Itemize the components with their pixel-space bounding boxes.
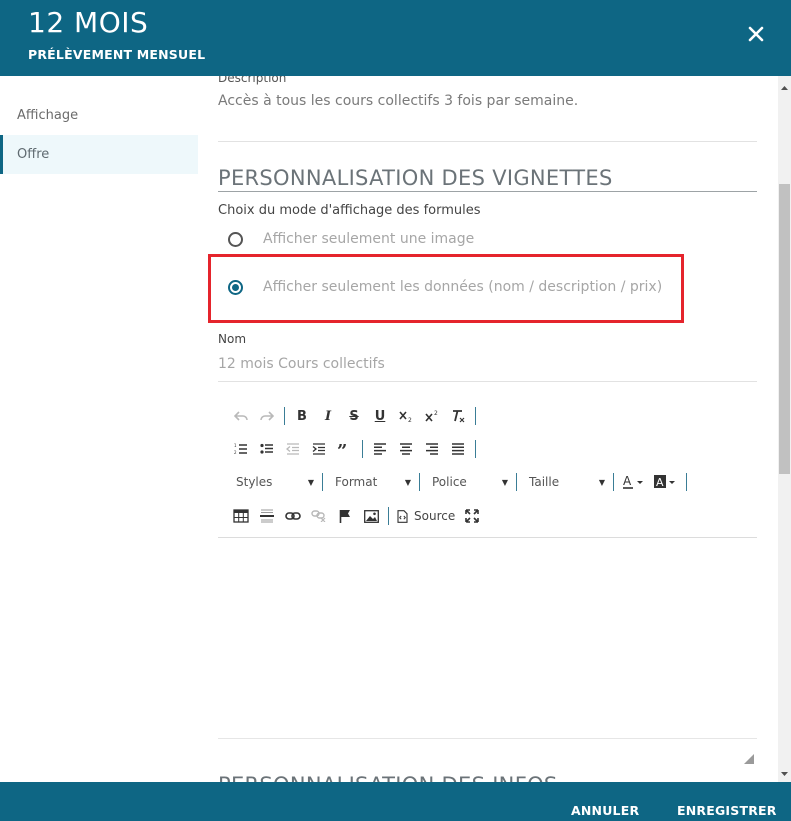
- redo-icon[interactable]: [254, 405, 280, 427]
- nom-field[interactable]: 12 mois Cours collectifs: [218, 356, 385, 372]
- section-underline: [218, 191, 757, 192]
- blockquote-icon[interactable]: ”: [332, 438, 358, 460]
- horizontal-line-icon[interactable]: [254, 505, 280, 527]
- radio-option-label: Afficher seulement une image: [263, 231, 475, 247]
- toolbar-separator: [475, 440, 476, 458]
- anchor-flag-icon[interactable]: [332, 505, 358, 527]
- indent-icon[interactable]: [306, 438, 332, 460]
- toolbar-separator: [362, 440, 363, 458]
- source-label: Source: [414, 509, 456, 523]
- toolbar-separator: [686, 473, 687, 491]
- editor-bottom-border: [218, 738, 757, 739]
- align-right-icon[interactable]: [419, 438, 445, 460]
- outdent-icon[interactable]: [280, 438, 306, 460]
- svg-text:A: A: [656, 476, 664, 489]
- save-button[interactable]: ENREGISTRER: [677, 803, 777, 818]
- section-title-vignettes: PERSONNALISATION DES VIGNETTES: [218, 166, 613, 190]
- divider: [218, 381, 757, 382]
- strikethrough-button[interactable]: S: [341, 405, 367, 427]
- italic-button[interactable]: I: [315, 405, 341, 427]
- svg-text:”: ”: [337, 443, 347, 455]
- resize-grip-icon[interactable]: [744, 751, 754, 764]
- align-justify-icon[interactable]: [445, 438, 471, 460]
- nom-label: Nom: [218, 332, 247, 346]
- unlink-icon[interactable]: [306, 505, 332, 527]
- sidebar: Affichage Offre: [0, 76, 200, 782]
- source-button[interactable]: Source: [393, 505, 459, 527]
- superscript-icon[interactable]: 2: [419, 405, 445, 427]
- vertical-scrollbar[interactable]: [778, 76, 791, 782]
- description-label: Description: [218, 76, 287, 85]
- offer-edit-dialog: 12 MOIS PRÉLÈVEMENT MENSUEL Affichage Of…: [0, 0, 791, 821]
- chevron-down-icon: ▼: [307, 477, 314, 487]
- image-icon[interactable]: [358, 505, 384, 527]
- toolbar-row-basic: B I S U 2 2: [228, 405, 480, 427]
- dialog-footer: ANNULER ENREGISTRER: [0, 782, 791, 821]
- scroll-down-arrow-icon[interactable]: [778, 766, 791, 776]
- bulleted-list-icon[interactable]: [254, 438, 280, 460]
- sidebar-item-affichage[interactable]: Affichage: [0, 96, 198, 135]
- toolbar-separator: [322, 473, 323, 491]
- divider: [218, 141, 757, 142]
- toolbar-separator: [613, 473, 614, 491]
- align-left-icon[interactable]: [367, 438, 393, 460]
- numbered-list-icon[interactable]: 12: [228, 438, 254, 460]
- underline-button[interactable]: U: [367, 405, 393, 427]
- toolbar-separator: [419, 473, 420, 491]
- toolbar-row-combos: Styles ▼ Format ▼ Police ▼ Taille ▼ A A: [228, 471, 691, 493]
- align-center-icon[interactable]: [393, 438, 419, 460]
- chevron-down-icon: ▼: [501, 477, 508, 487]
- maximize-icon[interactable]: [459, 505, 485, 527]
- svg-text:A: A: [623, 474, 632, 488]
- toolbar-separator: [516, 473, 517, 491]
- cancel-button[interactable]: ANNULER: [571, 803, 639, 818]
- toolbar-row-insert: Source: [228, 505, 485, 527]
- subscript-icon[interactable]: 2: [393, 405, 419, 427]
- dialog-header: 12 MOIS PRÉLÈVEMENT MENSUEL: [0, 0, 791, 76]
- source-icon: [397, 509, 408, 523]
- size-dropdown[interactable]: Taille ▼: [521, 471, 609, 493]
- table-icon[interactable]: [228, 505, 254, 527]
- svg-text:2: 2: [434, 410, 438, 417]
- display-mode-label: Choix du mode d'affichage des formules: [218, 203, 481, 218]
- link-icon[interactable]: [280, 505, 306, 527]
- undo-icon[interactable]: [228, 405, 254, 427]
- bold-button[interactable]: B: [289, 405, 315, 427]
- section-title-infos: PERSONNALISATION DES INFOS: [218, 773, 558, 782]
- description-value: Accès à tous les cours collectifs 3 fois…: [218, 93, 579, 109]
- toolbar-row-paragraph: 12 ”: [228, 438, 480, 460]
- styles-dropdown[interactable]: Styles ▼: [228, 471, 318, 493]
- scrollbar-thumb[interactable]: [779, 184, 790, 474]
- chevron-down-icon: ▼: [598, 477, 605, 487]
- svg-text:2: 2: [234, 450, 237, 455]
- toolbar-separator: [284, 407, 285, 425]
- radio-option-image[interactable]: Afficher seulement une image: [228, 226, 474, 252]
- scroll-up-arrow-icon[interactable]: [778, 80, 791, 90]
- toolbar-separator: [388, 507, 389, 525]
- toolbar-separator: [475, 407, 476, 425]
- svg-text:1: 1: [234, 443, 237, 448]
- format-dropdown[interactable]: Format ▼: [327, 471, 415, 493]
- dialog-title: 12 MOIS: [28, 6, 149, 39]
- main-content: Description Accès à tous les cours colle…: [200, 76, 778, 782]
- dialog-subtitle: PRÉLÈVEMENT MENSUEL: [28, 47, 206, 62]
- background-color-icon[interactable]: A: [650, 471, 682, 493]
- highlight-box: [208, 254, 684, 323]
- font-dropdown[interactable]: Police ▼: [424, 471, 512, 493]
- rich-text-editor[interactable]: [218, 538, 757, 738]
- chevron-down-icon: ▼: [404, 477, 411, 487]
- close-icon[interactable]: [747, 25, 765, 43]
- sidebar-item-offre[interactable]: Offre: [0, 135, 198, 174]
- radio-unchecked-icon[interactable]: [228, 231, 243, 247]
- remove-format-icon[interactable]: [445, 405, 471, 427]
- text-color-icon[interactable]: A: [618, 471, 650, 493]
- svg-text:2: 2: [408, 417, 412, 423]
